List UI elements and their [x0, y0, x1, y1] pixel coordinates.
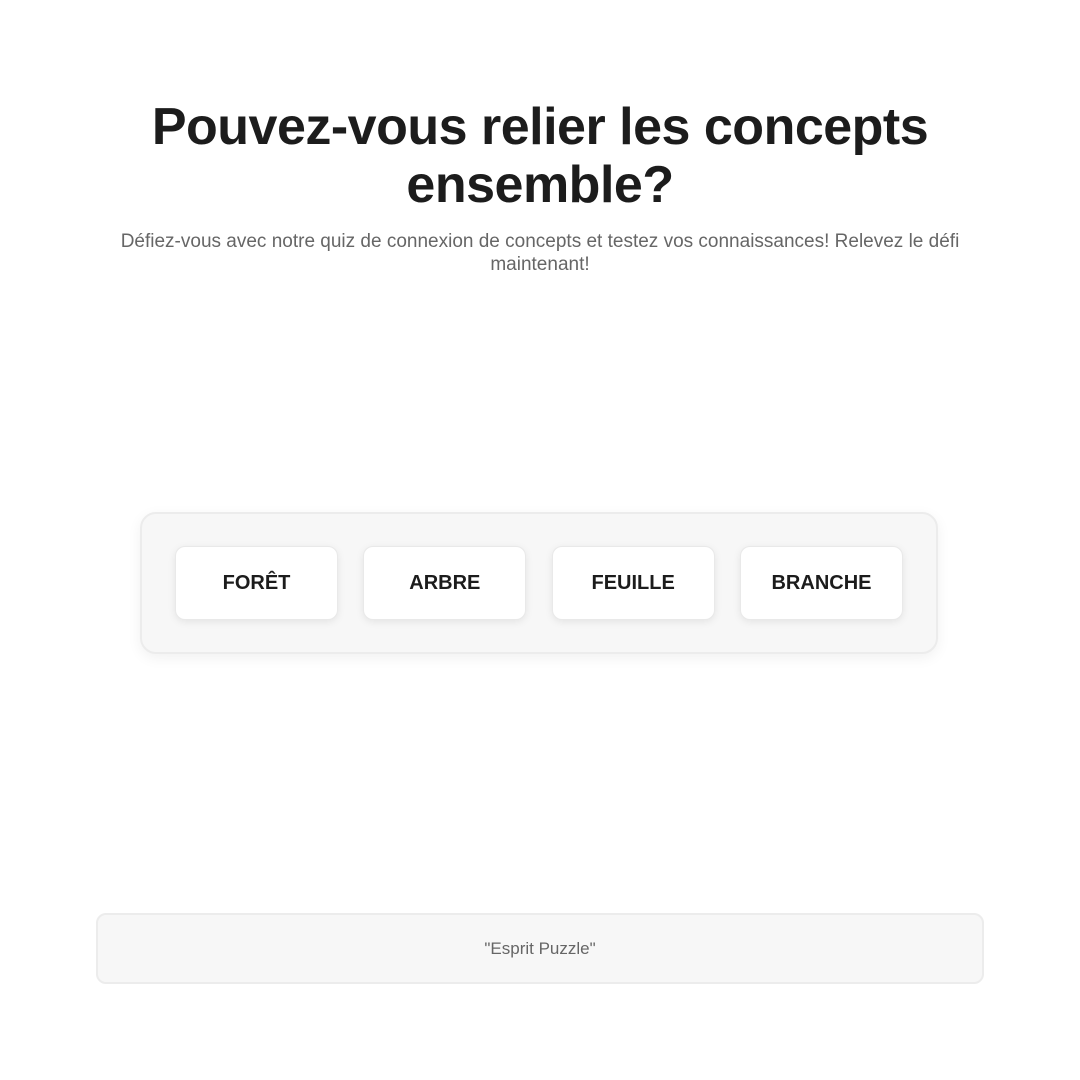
word-tile-foret[interactable]: FORÊT — [175, 546, 338, 620]
footer-banner: "Esprit Puzzle" — [96, 913, 984, 984]
word-tile-branche[interactable]: BRANCHE — [739, 546, 903, 620]
header: Pouvez-vous relier les concepts ensemble… — [90, 98, 990, 276]
word-tile-feuille[interactable]: FEUILLE — [551, 546, 715, 620]
word-tile-arbre[interactable]: ARBRE — [363, 546, 527, 620]
page-title: Pouvez-vous relier les concepts ensemble… — [151, 98, 929, 214]
word-board: FORÊT ARBRE FEUILLE BRANCHE — [140, 512, 938, 654]
footer-text: "Esprit Puzzle" — [484, 938, 596, 958]
page-subtitle: Défiez-vous avec notre quiz de connexion… — [120, 231, 960, 275]
page: Pouvez-vous relier les concepts ensemble… — [0, 0, 1080, 1080]
